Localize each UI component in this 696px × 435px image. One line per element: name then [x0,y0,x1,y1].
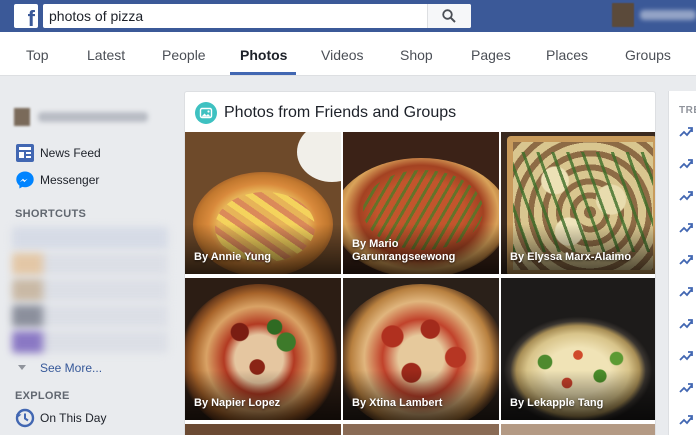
search-button[interactable] [427,4,471,28]
sidebar-item-news-feed[interactable]: News Feed [15,143,175,163]
search-input[interactable] [49,4,419,28]
shortcuts-heading: SHORTCUTS [15,208,87,220]
tab-top[interactable]: Top [26,47,49,63]
sidebar-item-label: On This Day [40,411,107,425]
sidebar-item-on-this-day[interactable]: On This Day [15,408,175,428]
sidebar-item-label: News Feed [40,146,101,160]
facebook-logo-letter: f [27,6,35,31]
sidebar-item-label: Messenger [40,173,100,187]
photo-credit[interactable]: By Annie Yung [194,251,336,264]
trending-arrow-icon[interactable] [679,317,693,331]
photo-result-partial[interactable] [185,424,341,435]
section-title: Photos from Friends and Groups [224,104,457,121]
trending-arrow-icon[interactable] [679,189,693,203]
photo-credit[interactable]: By Lekapple Tang [510,397,652,410]
search-filter-tabs: Top Latest People Photos Videos Shop Pag… [0,32,696,76]
photo-result-partial[interactable] [501,424,655,435]
trending-arrow-icon[interactable] [679,253,693,267]
news-feed-icon [16,144,34,162]
messenger-icon [16,171,34,189]
tab-people[interactable]: People [162,47,206,63]
facebook-logo[interactable]: f [14,4,38,31]
caption-shade [501,370,655,420]
tab-groups[interactable]: Groups [625,47,671,63]
card-header: Photos from Friends and Groups [185,92,655,132]
trending-arrow-icon[interactable] [679,413,693,427]
photo-result[interactable]: By Annie Yung [185,132,341,274]
user-name-redacted [38,112,148,122]
photo-result[interactable]: By Xtina Lambert [343,278,499,420]
trending-heading: TRE [679,105,696,116]
shortcut-item-redacted[interactable] [12,305,168,327]
trending-arrow-icon[interactable] [679,285,693,299]
photo-icon [195,102,217,124]
tab-pages[interactable]: Pages [471,47,511,63]
shortcut-item-redacted[interactable] [12,227,168,249]
sidebar-item-messenger[interactable]: Messenger [15,170,175,190]
photo-result[interactable]: By Elyssa Marx-Alaimo [501,132,655,274]
shortcut-item-redacted[interactable] [12,331,168,353]
profile-name-redacted[interactable] [640,10,696,20]
caption-shade [501,224,655,274]
avatar [14,108,30,126]
shortcut-item-redacted[interactable] [12,279,168,301]
shortcut-item-redacted[interactable] [12,253,168,275]
photo-credit[interactable]: By Mario Garunrangseewong [352,238,494,264]
magnifier-icon [442,9,456,23]
user-profile-link[interactable] [14,108,174,130]
top-bar: f [0,0,696,32]
trending-arrow-icon[interactable] [679,349,693,363]
tab-shop[interactable]: Shop [400,47,433,63]
photos-results-card: Photos from Friends and Groups By Annie … [184,91,656,435]
plate-image [297,132,341,182]
left-sidebar: News Feed Messenger SHORTCUTS See More..… [0,77,180,435]
profile-avatar[interactable] [612,3,634,27]
trending-sidebar: TRE [668,91,696,435]
trending-arrow-icon[interactable] [679,221,693,235]
explore-heading: EXPLORE [15,390,70,402]
trending-arrow-icon[interactable] [679,125,693,139]
tab-videos[interactable]: Videos [321,47,364,63]
caption-shade [343,370,499,420]
search-box [43,4,471,28]
trending-arrow-icon[interactable] [679,381,693,395]
photo-result-partial[interactable] [343,424,499,435]
see-more-label: See More... [40,361,103,375]
caption-shade [185,224,341,274]
trending-arrow-icon[interactable] [679,157,693,171]
tab-photos[interactable]: Photos [240,47,287,63]
caption-shade [185,370,341,420]
tab-latest[interactable]: Latest [87,47,125,63]
photo-credit[interactable]: By Xtina Lambert [352,397,494,410]
on-this-day-icon [15,408,35,428]
active-tab-indicator [230,72,296,75]
photo-result[interactable]: By Lekapple Tang [501,278,655,420]
photo-credit[interactable]: By Napier Lopez [194,397,336,410]
see-more-link[interactable]: See More... [18,361,138,377]
photo-result[interactable]: By Napier Lopez [185,278,341,420]
chevron-down-icon [18,365,26,370]
photo-result[interactable]: By Mario Garunrangseewong [343,132,499,274]
tab-places[interactable]: Places [546,47,588,63]
photo-credit[interactable]: By Elyssa Marx-Alaimo [510,251,652,264]
